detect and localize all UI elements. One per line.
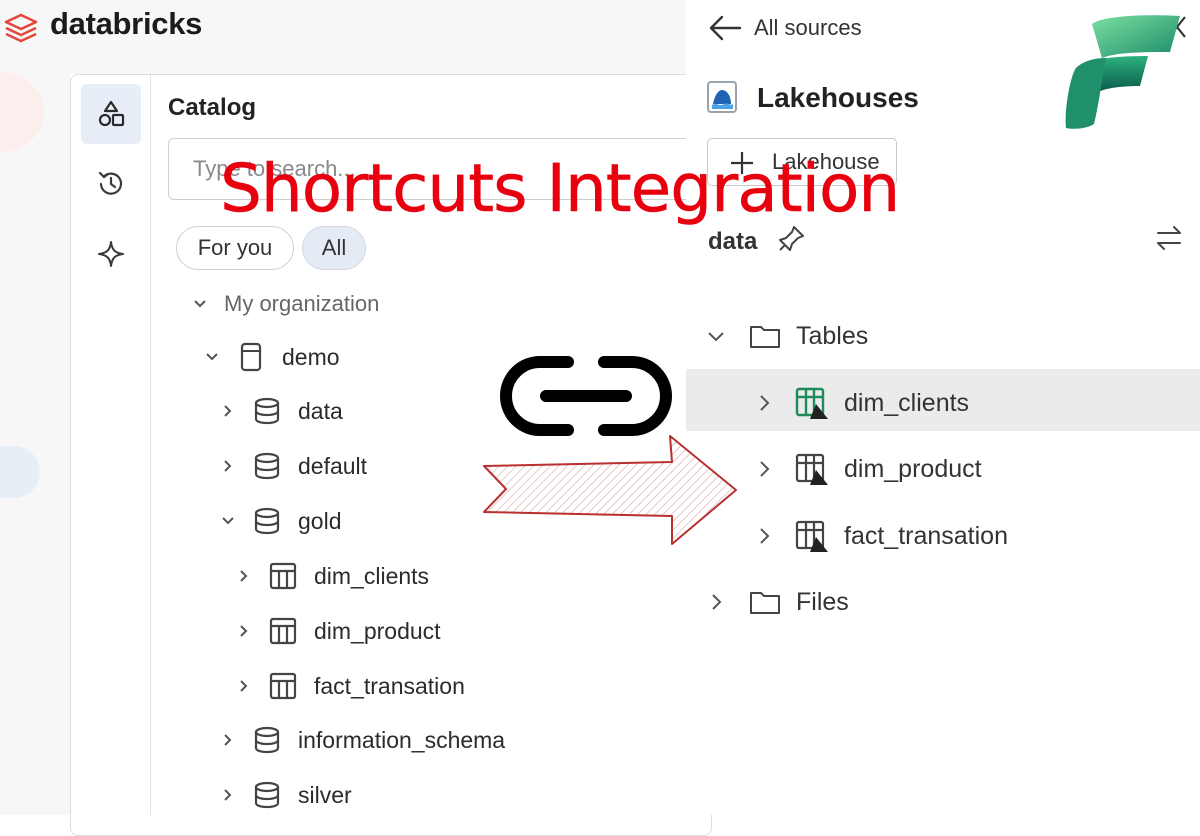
tree-label: dim_clients bbox=[314, 562, 430, 589]
databricks-logo-icon[interactable] bbox=[4, 12, 38, 44]
fabric-node-label: dim_clients bbox=[844, 388, 970, 417]
fabric-node-label: Tables bbox=[796, 321, 869, 350]
fabric-logo-icon[interactable] bbox=[1062, 12, 1184, 132]
tree-label: data bbox=[298, 397, 343, 424]
sparkle-rail-button[interactable] bbox=[81, 224, 141, 284]
database-icon bbox=[252, 725, 282, 755]
chevron-right-icon bbox=[712, 594, 722, 610]
fabric-node-dim-product[interactable]: dim_product bbox=[754, 446, 982, 492]
folder-icon bbox=[750, 592, 780, 614]
lakehouses-title: Lakehouses bbox=[757, 82, 919, 113]
back-arrow-icon[interactable] bbox=[708, 12, 744, 44]
tree-node-fact-transation[interactable]: fact_transation bbox=[234, 666, 465, 706]
chevron-down-icon bbox=[202, 347, 222, 367]
tree-label: My organization bbox=[224, 291, 380, 316]
chevron-right-icon bbox=[218, 785, 238, 805]
table-icon bbox=[268, 616, 298, 646]
filter-chip-for-you[interactable]: For you bbox=[176, 226, 294, 270]
chevron-down-icon bbox=[218, 511, 238, 531]
tree-node-default[interactable]: default bbox=[218, 446, 367, 486]
table-icon bbox=[268, 561, 298, 591]
database-icon bbox=[252, 506, 282, 536]
tree-node-dim-clients[interactable]: dim_clients bbox=[234, 556, 429, 596]
fabric-node-files[interactable]: Files bbox=[706, 582, 849, 622]
tree-label: fact_transation bbox=[314, 672, 465, 699]
chevron-down-icon bbox=[708, 332, 724, 342]
tree-label: gold bbox=[298, 507, 342, 534]
chevron-right-icon bbox=[218, 401, 238, 421]
filter-chip-all[interactable]: All bbox=[302, 226, 366, 270]
folder-icon bbox=[750, 326, 780, 348]
chevron-right-icon bbox=[760, 528, 770, 544]
shortcut-table-icon bbox=[795, 520, 828, 552]
database-icon bbox=[252, 451, 282, 481]
tree-label: information_schema bbox=[298, 726, 506, 753]
link-icon bbox=[500, 356, 672, 436]
swap-icon[interactable] bbox=[1154, 224, 1184, 252]
databricks-logo-text[interactable]: databricks bbox=[50, 6, 202, 42]
pin-icon[interactable] bbox=[778, 224, 806, 252]
table-icon bbox=[268, 671, 298, 701]
history-rail-button[interactable] bbox=[81, 154, 141, 214]
shapes-icon bbox=[98, 100, 125, 127]
tree-node-demo[interactable]: demo bbox=[202, 337, 340, 377]
database-icon bbox=[252, 396, 282, 426]
right-arrow-icon bbox=[483, 435, 737, 545]
panel-rail-divider bbox=[150, 74, 151, 815]
tree-node-dim-product[interactable]: dim_product bbox=[234, 611, 441, 651]
fabric-node-label: fact_transation bbox=[844, 521, 1008, 550]
database-icon bbox=[252, 780, 282, 810]
fabric-node-tables[interactable]: Tables bbox=[706, 316, 868, 356]
tree-label: default bbox=[298, 452, 368, 479]
chevron-right-icon bbox=[218, 456, 238, 476]
chevron-right-icon bbox=[760, 395, 770, 411]
fabric-node-fact-transation[interactable]: fact_transation bbox=[754, 513, 1008, 559]
chevron-down-icon bbox=[190, 294, 210, 314]
fabric-node-label: Files bbox=[796, 587, 849, 616]
tree-label: silver bbox=[298, 781, 352, 808]
tree-node-information-schema[interactable]: information_schema bbox=[218, 720, 505, 760]
catalog-title: Catalog bbox=[168, 94, 257, 121]
shortcut-table-icon bbox=[795, 387, 828, 419]
tree-node-my-organization[interactable]: My organization bbox=[190, 284, 379, 324]
chevron-right-icon bbox=[234, 566, 254, 586]
lakehouse-name: data bbox=[708, 228, 758, 255]
chevron-right-icon bbox=[218, 730, 238, 750]
chevron-right-icon bbox=[234, 621, 254, 641]
tree-node-gold[interactable]: gold bbox=[218, 501, 341, 541]
catalog-rail-button[interactable] bbox=[81, 84, 141, 144]
chevron-right-icon bbox=[234, 676, 254, 696]
fabric-node-label: dim_product bbox=[844, 454, 982, 483]
tree-node-data[interactable]: data bbox=[218, 391, 343, 431]
tree-label: demo bbox=[282, 343, 340, 370]
databricks-left-nav bbox=[0, 74, 70, 815]
catalog-icon bbox=[236, 342, 266, 372]
tree-label: dim_product bbox=[314, 617, 441, 644]
headline-overlay: Shortcuts Integration bbox=[220, 150, 901, 228]
sparkle-icon bbox=[98, 241, 124, 267]
lakehouse-icon bbox=[707, 81, 737, 113]
tree-node-silver[interactable]: silver bbox=[218, 775, 352, 815]
shortcut-table-icon bbox=[795, 453, 828, 485]
history-icon bbox=[98, 171, 123, 195]
back-link[interactable]: All sources bbox=[754, 15, 862, 41]
chevron-right-icon bbox=[760, 461, 770, 477]
fabric-node-dim-clients[interactable]: dim_clients bbox=[754, 380, 969, 426]
